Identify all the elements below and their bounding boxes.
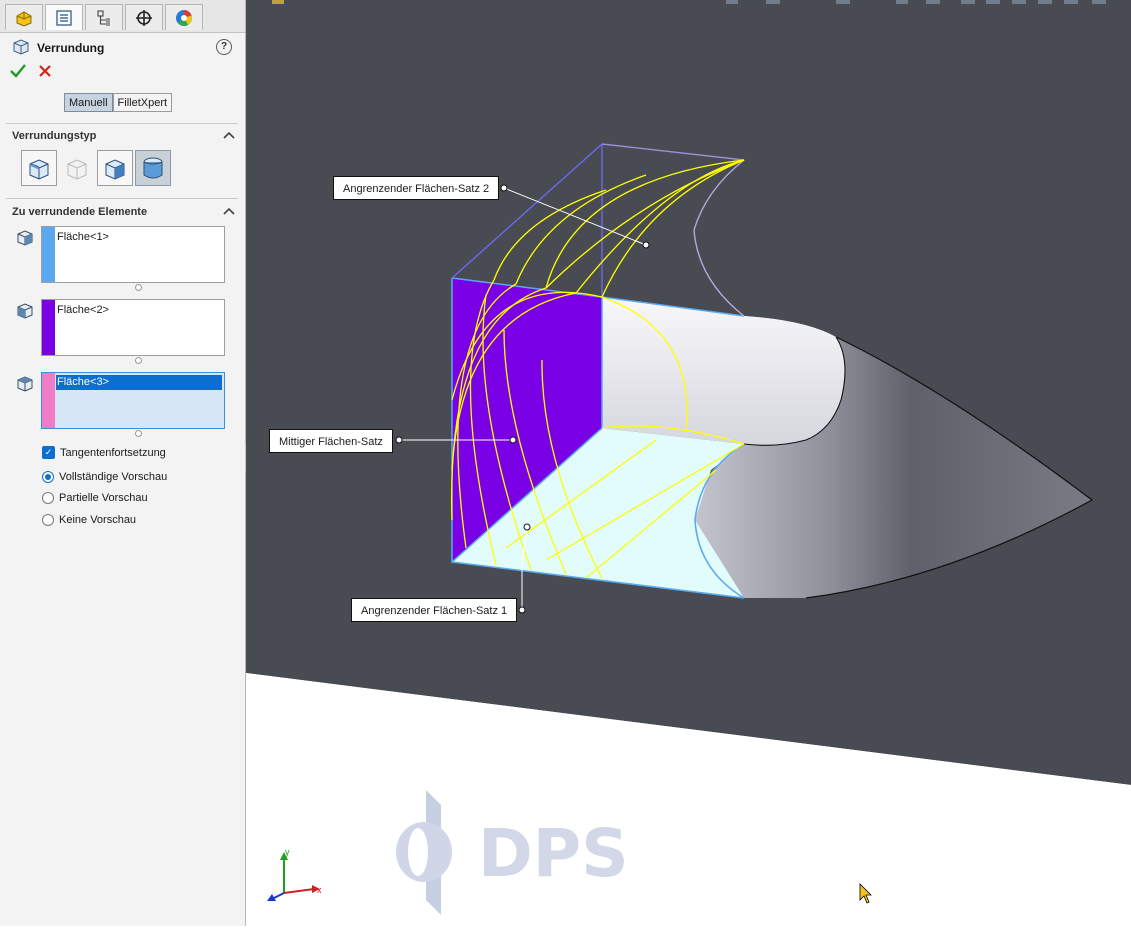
part-icon — [16, 10, 32, 27]
fillet-feature-icon — [13, 39, 29, 55]
view-icon[interactable] — [926, 0, 940, 4]
radio-label: Vollständige Vorschau — [59, 471, 168, 483]
fillet-mode-tabs: Manuell FilletXpert — [64, 93, 173, 112]
radio-label: Partielle Vorschau — [59, 492, 148, 504]
configuration-manager-tab[interactable] — [85, 4, 123, 30]
ok-button[interactable] — [10, 64, 26, 83]
list-resize-handle[interactable] — [135, 284, 142, 291]
part-icon — [272, 0, 284, 4]
no-preview-radio[interactable]: Keine Vorschau — [42, 514, 136, 526]
chevron-up-icon[interactable] — [223, 131, 235, 139]
property-sheet-icon — [56, 9, 72, 26]
watermark-text: DPS — [478, 815, 629, 892]
checkbox-label: Tangentenfortsetzung — [60, 446, 166, 459]
variable-fillet-icon — [67, 159, 87, 180]
list-resize-handle[interactable] — [135, 357, 142, 364]
partial-preview-radio[interactable]: Partielle Vorschau — [42, 492, 148, 504]
section-title-items-to-fillet: Zu verrundende Elemente — [12, 206, 148, 218]
divider — [6, 198, 238, 199]
radio-icon[interactable] — [42, 514, 54, 526]
constant-size-fillet-button[interactable] — [21, 150, 57, 186]
view-icon[interactable] — [836, 0, 850, 4]
tangent-propagation-checkbox[interactable]: ✓ Tangentenfortsetzung — [42, 446, 166, 459]
view-icon[interactable] — [1038, 0, 1052, 4]
checkbox-checked-icon[interactable]: ✓ — [42, 446, 55, 459]
view-icon[interactable] — [896, 0, 908, 4]
face-fillet-button[interactable] — [97, 150, 133, 186]
view-icon[interactable] — [766, 0, 780, 4]
list-resize-handle[interactable] — [135, 430, 142, 437]
center-face-set-list[interactable]: Fläche<2> — [41, 299, 225, 356]
tab-filletxpert[interactable]: FilletXpert — [112, 93, 173, 112]
axis-label-y: y — [285, 847, 290, 857]
callout-adjacent-face-set-1[interactable]: Angrenzender Flächen-Satz 1 — [351, 598, 518, 622]
feature-manager-tab[interactable] — [5, 4, 43, 30]
view-icon[interactable] — [961, 0, 975, 4]
constant-fillet-icon — [29, 159, 49, 180]
checkmark-icon — [10, 64, 26, 78]
face-selection-icon — [17, 230, 33, 246]
model-viewport-canvas[interactable]: y x DPS — [246, 0, 1131, 926]
crosshair-icon — [136, 9, 152, 26]
side-face-set-1-list[interactable]: Fläche<1> — [41, 226, 225, 283]
face-selection-icon — [17, 376, 33, 392]
configuration-icon — [97, 9, 110, 26]
divider — [6, 123, 238, 124]
side-face-set-2-list[interactable]: Fläche<3> — [41, 372, 225, 429]
list-item-selected[interactable]: Fläche<3> — [56, 375, 222, 390]
radio-label: Keine Vorschau — [59, 514, 137, 526]
full-round-fillet-icon — [143, 157, 163, 179]
dimxpert-tab[interactable] — [125, 4, 163, 30]
appearance-pie-icon — [176, 9, 192, 26]
face-set-color-swatch — [42, 373, 55, 428]
callout-middle-face-set[interactable]: Mittiger Flächen-Satz — [269, 429, 393, 453]
view-icon[interactable] — [1092, 0, 1106, 4]
face-set-color-swatch — [42, 227, 55, 282]
face-fillet-icon — [105, 159, 125, 180]
chevron-up-icon[interactable] — [223, 207, 235, 215]
property-manager-panel: Verrundung ? Manuell FilletXpert Verrund… — [0, 0, 246, 926]
view-icon[interactable] — [1064, 0, 1078, 4]
graphics-viewport[interactable]: y x DPS Angrenzender Flächen-Satz 2 Mitt… — [246, 0, 1131, 926]
variable-size-fillet-button[interactable] — [59, 150, 95, 186]
list-item[interactable]: Fläche<2> — [57, 304, 109, 316]
radio-selected-icon[interactable] — [42, 471, 54, 483]
full-round-fillet-button[interactable] — [135, 150, 171, 186]
axis-label-x: x — [317, 885, 322, 895]
list-item[interactable]: Fläche<1> — [57, 231, 109, 243]
display-manager-tab[interactable] — [165, 4, 203, 30]
property-manager-tab[interactable] — [45, 4, 83, 30]
tab-manual[interactable]: Manuell — [64, 93, 113, 112]
radio-icon[interactable] — [42, 492, 54, 504]
view-icon[interactable] — [1012, 0, 1026, 4]
manager-tab-bar — [0, 0, 245, 33]
section-title-fillet-type: Verrundungstyp — [12, 130, 97, 142]
view-icon[interactable] — [986, 0, 1000, 4]
face-selection-icon — [17, 303, 33, 319]
property-manager-header: Verrundung ? — [10, 38, 236, 58]
full-preview-radio[interactable]: Vollständige Vorschau — [42, 471, 167, 483]
face-set-color-swatch — [42, 300, 55, 355]
close-icon — [39, 65, 51, 77]
cancel-button[interactable] — [38, 64, 52, 83]
view-icon[interactable] — [726, 0, 738, 4]
page-title: Verrundung — [37, 41, 105, 55]
help-icon[interactable]: ? — [216, 39, 232, 55]
callout-adjacent-face-set-2[interactable]: Angrenzender Flächen-Satz 2 — [333, 176, 500, 200]
